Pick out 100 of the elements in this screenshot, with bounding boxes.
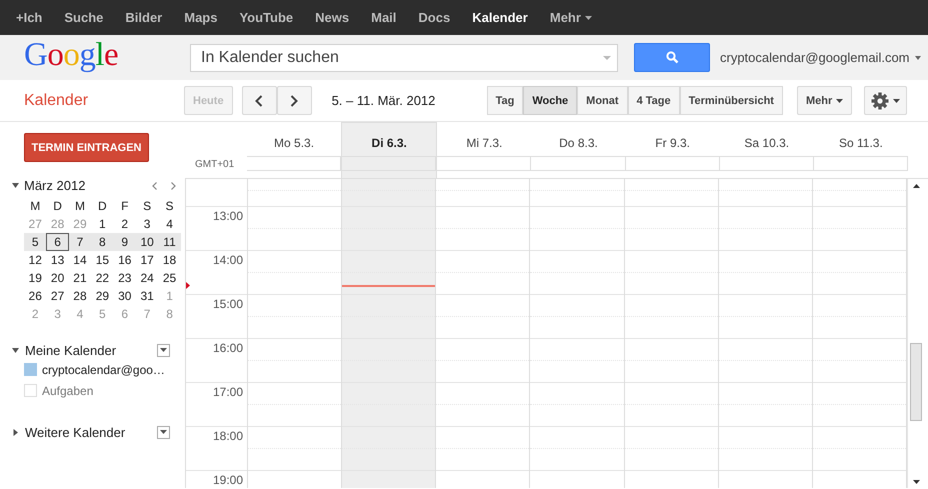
hour-label: 18:00 xyxy=(212,429,244,443)
app-title: Kalender xyxy=(23,92,90,110)
weekday-label: S xyxy=(164,199,175,213)
day-number[interactable]: 28 xyxy=(68,288,92,304)
dropdown-arrow-icon xyxy=(603,56,611,60)
search-button[interactable] xyxy=(634,43,710,72)
caret-icon[interactable] xyxy=(914,56,921,60)
weekday-label: M xyxy=(74,199,86,213)
day-header[interactable]: Sa 10.3. xyxy=(720,122,814,178)
day-number[interactable]: 2 xyxy=(114,216,136,232)
day-number[interactable]: 21 xyxy=(68,270,92,286)
nav-link[interactable]: Docs xyxy=(418,10,450,25)
nav-link[interactable]: Kalender xyxy=(472,10,528,25)
section-title[interactable]: Meine Kalender xyxy=(25,342,151,358)
day-number[interactable]: 27 xyxy=(46,288,69,304)
view-tab[interactable]: Monat xyxy=(577,86,628,115)
day-number[interactable]: 4 xyxy=(158,216,181,232)
day-header[interactable]: Fr 9.3. xyxy=(626,122,720,178)
hour-label: 14:00 xyxy=(212,253,244,267)
day-number[interactable]: 26 xyxy=(24,288,46,304)
logo: Google xyxy=(24,37,120,74)
nav-link[interactable]: +Ich xyxy=(16,10,42,25)
day-number[interactable]: 29 xyxy=(91,288,114,304)
day-number[interactable]: 13 xyxy=(46,252,69,268)
dropdown-menu-icon[interactable] xyxy=(157,426,170,438)
day-number[interactable]: 11 xyxy=(158,234,181,250)
hour-label: 19:00 xyxy=(212,473,244,487)
view-tab[interactable]: Woche xyxy=(523,86,578,115)
day-header[interactable]: Di 6.3. xyxy=(341,122,438,178)
nav-link[interactable]: Maps xyxy=(184,10,218,25)
day-number[interactable]: 31 xyxy=(136,288,158,304)
day-number[interactable]: 20 xyxy=(46,270,69,286)
hour-label: 17:00 xyxy=(212,385,244,399)
day-number[interactable]: 10 xyxy=(136,234,158,250)
view-tab[interactable]: 4 Tage xyxy=(628,86,680,115)
day-number[interactable]: 9 xyxy=(114,234,136,250)
date-range: 5. – 11. Mär. 2012 xyxy=(332,93,436,108)
weekday-label: D xyxy=(52,199,63,213)
caret-icon xyxy=(893,98,900,102)
scroll-down-icon[interactable] xyxy=(913,480,920,484)
more-button[interactable]: Mehr xyxy=(796,86,852,115)
day-header[interactable]: Mo 5.3. xyxy=(247,122,342,178)
day-number[interactable]: 22 xyxy=(91,270,114,286)
caret-icon xyxy=(584,16,592,20)
chevron-right-icon[interactable] xyxy=(171,182,176,190)
view-tab[interactable]: Terminübersicht xyxy=(680,86,783,115)
nav-link[interactable]: Mehr xyxy=(550,10,592,25)
chevron-left-icon[interactable] xyxy=(152,182,157,190)
day-number[interactable]: 12 xyxy=(24,252,46,268)
previous-button[interactable] xyxy=(242,86,277,115)
weekday-label: D xyxy=(97,199,108,213)
day-number[interactable]: 24 xyxy=(136,270,158,286)
day-number[interactable]: 25 xyxy=(158,270,181,286)
search-field[interactable]: In Kalender suchen xyxy=(190,44,618,72)
day-number[interactable]: 6 xyxy=(46,233,69,251)
day-number[interactable]: 8 xyxy=(91,234,114,250)
calendar-name[interactable]: cryptocalendar@goo… xyxy=(42,362,165,376)
account-email[interactable]: cryptocalendar@googlemail.com xyxy=(720,50,910,65)
hour-label: 15:00 xyxy=(212,297,244,311)
settings-button[interactable] xyxy=(864,86,908,115)
expand-triangle-icon[interactable] xyxy=(12,428,19,436)
day-number[interactable]: 5 xyxy=(24,234,46,250)
weekday-label: F xyxy=(120,199,130,213)
collapse-triangle-icon[interactable] xyxy=(12,183,19,188)
weekday-label: S xyxy=(142,199,152,213)
nav-link[interactable]: News xyxy=(315,10,350,25)
calendar-checkbox[interactable] xyxy=(24,384,37,397)
section-title[interactable]: Weitere Kalender xyxy=(25,424,151,440)
day-number[interactable]: 14 xyxy=(68,252,92,268)
day-header[interactable]: So 11.3. xyxy=(814,122,908,178)
hour-label: 16:00 xyxy=(212,341,244,355)
calendar-name[interactable]: Aufgaben xyxy=(42,384,94,398)
day-header[interactable]: Mi 7.3. xyxy=(437,122,532,178)
day-number[interactable]: 7 xyxy=(68,234,92,250)
day-header[interactable]: Do 8.3. xyxy=(531,122,626,178)
timezone-label: GMT+01 xyxy=(194,158,236,172)
scrollbar[interactable] xyxy=(907,179,925,488)
hour-label: 13:00 xyxy=(212,209,244,223)
view-tab[interactable]: Tag xyxy=(486,86,524,115)
dropdown-menu-icon[interactable] xyxy=(157,344,170,356)
day-number[interactable]: 19 xyxy=(24,270,46,286)
collapse-triangle-icon[interactable] xyxy=(12,346,19,354)
next-button[interactable] xyxy=(276,86,312,115)
nav-link[interactable]: Bilder xyxy=(125,10,162,25)
weekday-label: M xyxy=(29,199,42,213)
day-number[interactable]: 18 xyxy=(158,252,181,268)
day-number[interactable]: 3 xyxy=(136,216,158,232)
day-number[interactable]: 1 xyxy=(91,216,114,232)
calendar-checkbox[interactable] xyxy=(24,363,37,376)
nav-link[interactable]: Mail xyxy=(371,10,396,25)
day-number[interactable]: 23 xyxy=(114,270,136,286)
nav-link[interactable]: Suche xyxy=(64,10,104,25)
nav-link[interactable]: YouTube xyxy=(239,10,294,25)
scrollbar-thumb[interactable] xyxy=(910,343,922,421)
day-number[interactable]: 30 xyxy=(114,288,136,304)
day-number[interactable]: 16 xyxy=(114,252,136,268)
scroll-up-icon[interactable] xyxy=(913,184,920,188)
day-number[interactable]: 17 xyxy=(136,252,158,268)
create-event-button[interactable]: TERMIN EINTRAGEN xyxy=(24,133,149,162)
day-number[interactable]: 15 xyxy=(91,252,114,268)
